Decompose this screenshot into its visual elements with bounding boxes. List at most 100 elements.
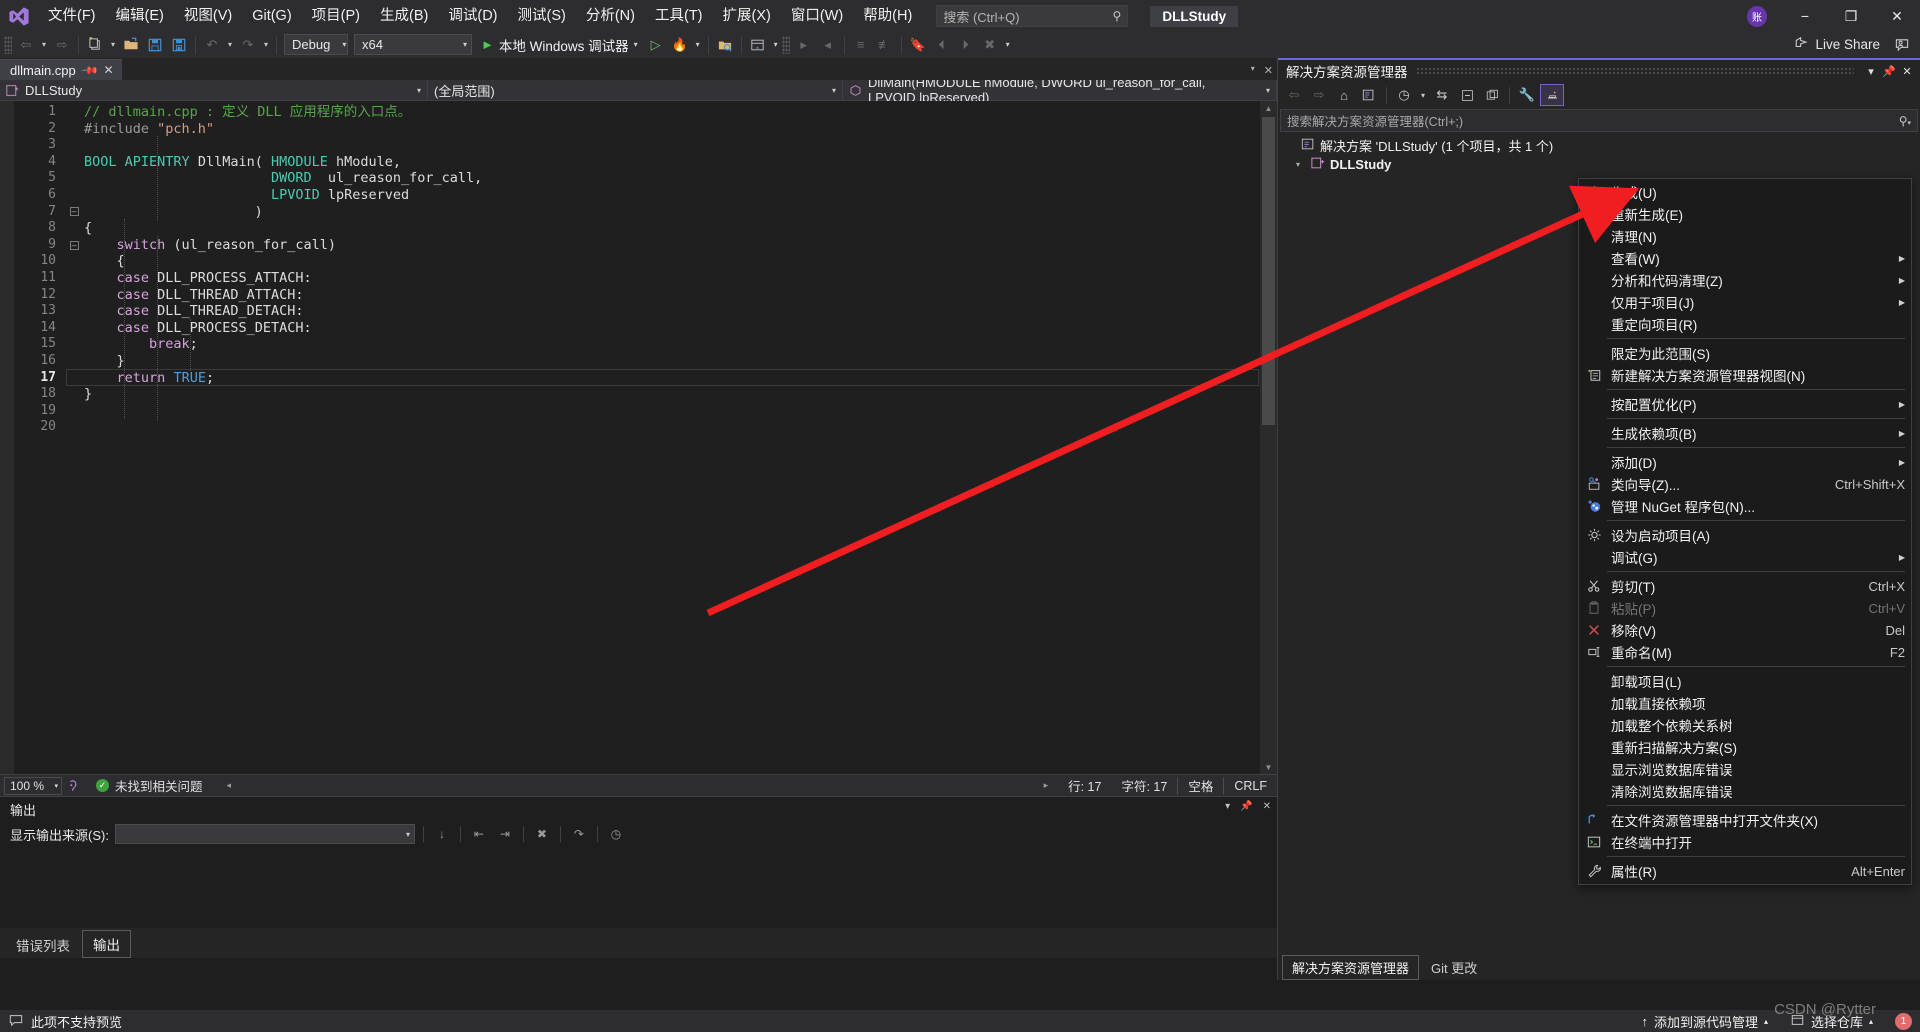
close-document-icon[interactable]: ✕ — [1264, 64, 1273, 77]
code-line[interactable]: 5 DWORD ul_reason_for_call, — [14, 170, 1277, 187]
tab-error-list[interactable]: 错误列表 — [6, 932, 80, 958]
hot-reload-caret-icon[interactable]: ▾ — [692, 34, 704, 56]
context-menu-item[interactable]: 卸载项目(L) — [1579, 670, 1911, 692]
context-menu-item[interactable]: 管理 NuGet 程序包(N)... — [1579, 495, 1911, 517]
scroll-up-icon[interactable]: ▲ — [1262, 101, 1275, 115]
notification-badge[interactable]: 1 — [1895, 1012, 1912, 1030]
code-line[interactable]: 1 // dllmain.cpp : 定义 DLL 应用程序的入口点。 — [14, 104, 1277, 121]
context-menu-item[interactable]: 清除浏览数据库错误 — [1579, 780, 1911, 802]
toggle-word-wrap-icon[interactable]: ↷ — [569, 824, 589, 844]
navigate-backward-caret-icon[interactable]: ▾ — [38, 34, 50, 56]
context-menu-item[interactable]: 加载整个依赖关系树 — [1579, 714, 1911, 736]
issues-next-icon[interactable]: ▸ — [1034, 780, 1059, 791]
context-menu-item[interactable]: 重新扫描解决方案(S) — [1579, 736, 1911, 758]
minimize-button[interactable]: − — [1782, 0, 1828, 32]
code-line[interactable]: 16 } — [14, 353, 1277, 370]
context-menu-item[interactable]: 分析和代码清理(Z) ▶ — [1579, 269, 1911, 291]
context-menu-item[interactable]: 清理(N) — [1579, 225, 1911, 247]
menu-window[interactable]: 窗口(W) — [781, 1, 853, 31]
preview-selected-items-icon[interactable] — [1540, 84, 1564, 106]
document-tab-dllmain[interactable]: dllmain.cpp 📌 ✕ — [0, 59, 122, 80]
chevron-down-icon[interactable]: ▾ — [1417, 84, 1429, 106]
menu-tools[interactable]: 工具(T) — [645, 1, 713, 31]
code-line[interactable]: 14 case DLL_PROCESS_DETACH: — [14, 320, 1277, 337]
close-icon[interactable]: ✕ — [103, 63, 113, 77]
pin-icon[interactable]: 📌 — [80, 61, 99, 79]
clear-all-icon[interactable]: ✖ — [532, 824, 552, 844]
previous-bookmark-icon[interactable]: ⏴ — [930, 34, 954, 56]
account-avatar[interactable]: 账 — [1742, 4, 1772, 28]
context-menu-item[interactable]: 剪切(T) Ctrl+X — [1579, 575, 1911, 597]
pin-icon[interactable]: 📌 — [1240, 801, 1252, 812]
toolbar-grip-2[interactable] — [781, 35, 790, 54]
menu-view[interactable]: 视图(V) — [174, 1, 242, 31]
code-line[interactable]: 19 — [14, 403, 1277, 420]
start-debugging-button[interactable]: ► 本地 Windows 调试器 ▾ — [475, 34, 644, 56]
context-menu-item[interactable]: 调试(G) ▶ — [1579, 546, 1911, 568]
properties-icon[interactable]: 🔧 — [1515, 84, 1539, 106]
solution-platform-combo[interactable]: x64 ▾ — [354, 34, 472, 55]
menu-build[interactable]: 生成(B) — [370, 1, 438, 31]
scrollbar-thumb[interactable] — [1262, 117, 1275, 425]
nav-scope-dropdown[interactable]: (全局范围) ▾ — [428, 80, 843, 100]
code-line[interactable]: 10 { — [14, 253, 1277, 270]
close-button[interactable]: ✕ — [1874, 0, 1920, 32]
context-menu-item[interactable]: 移除(V) Del — [1579, 619, 1911, 641]
window-layout-caret-icon[interactable]: ▾ — [770, 34, 782, 56]
issues-indicator[interactable]: ✓ 未找到相关问题 — [96, 776, 203, 795]
live-share-button[interactable]: Live Share — [1787, 34, 1887, 55]
menu-debug[interactable]: 调试(D) — [438, 1, 507, 31]
feedback-icon[interactable] — [1890, 34, 1914, 56]
add-to-source-control-button[interactable]: ↑ 添加到源代码管理 ▴ — [1641, 1012, 1768, 1031]
code-line[interactable]: 9– switch (ul_reason_for_call) — [14, 237, 1277, 254]
menu-edit[interactable]: 编辑(E) — [106, 1, 174, 31]
collapse-all-icon[interactable] — [1455, 84, 1479, 106]
issues-prev-icon[interactable]: ◂ — [227, 780, 232, 791]
code-text-area[interactable]: 1 // dllmain.cpp : 定义 DLL 应用程序的入口点。 2 #incl… — [14, 101, 1277, 774]
menu-git[interactable]: Git(G) — [242, 1, 301, 31]
navigate-forward-icon[interactable]: ⇨ — [50, 34, 74, 56]
context-menu-item[interactable]: 加载直接依赖项 — [1579, 692, 1911, 714]
back-icon[interactable]: ⇦ — [1282, 84, 1306, 106]
toolbar-grip[interactable] — [4, 35, 12, 54]
navigate-backward-icon[interactable]: ⇦ — [14, 34, 38, 56]
uncomment-selection-icon[interactable]: ◂ — [816, 34, 840, 56]
toggle-bookmark-icon[interactable]: 🔖 — [906, 34, 930, 56]
output-source-combo[interactable]: ▾ — [114, 824, 415, 844]
context-menu-item[interactable]: 重新生成(E) — [1579, 203, 1911, 225]
save-icon[interactable] — [143, 34, 167, 56]
open-file-icon[interactable] — [119, 34, 143, 56]
hot-reload-icon[interactable]: 🔥 — [668, 34, 692, 56]
code-line[interactable]: 3 — [14, 137, 1277, 154]
editor-vertical-scrollbar[interactable]: ▲ ▼ — [1260, 101, 1277, 774]
tree-node-solution[interactable]: 解决方案 'DLLStudy' (1 个项目，共 1 个) — [1278, 136, 1920, 155]
go-to-previous-message-icon[interactable]: ⇤ — [469, 824, 489, 844]
menu-analyze[interactable]: 分析(N) — [576, 1, 645, 31]
code-editor[interactable]: 1 // dllmain.cpp : 定义 DLL 应用程序的入口点。 2 #incl… — [0, 101, 1277, 774]
close-icon[interactable]: ✕ — [1263, 801, 1271, 812]
code-line[interactable]: 17 return TRUE; — [14, 370, 1277, 387]
code-line[interactable]: 13 case DLL_THREAD_DETACH: — [14, 303, 1277, 320]
save-all-icon[interactable] — [167, 34, 191, 56]
redo-caret-icon[interactable]: ▾ — [260, 34, 272, 56]
intellicode-icon[interactable] — [62, 775, 84, 797]
panel-drag-handle[interactable] — [1415, 66, 1854, 76]
next-bookmark-icon[interactable]: ⏵ — [954, 34, 978, 56]
solution-view-icon[interactable] — [1357, 84, 1381, 106]
show-timestamps-icon[interactable]: ◷ — [606, 824, 626, 844]
bookmarks-overflow-icon[interactable]: ▾ — [1002, 34, 1014, 56]
scroll-down-icon[interactable]: ▼ — [1262, 760, 1275, 774]
nav-member-dropdown[interactable]: DllMain(HMODULE hModule, DWORD ul_reason… — [843, 75, 1277, 105]
chevron-down-icon[interactable]: ▾ — [634, 40, 638, 49]
comment-selection-icon[interactable]: ▸ — [792, 34, 816, 56]
forward-icon[interactable]: ⇨ — [1307, 84, 1331, 106]
maximize-button[interactable]: ❐ — [1828, 0, 1874, 32]
context-menu-item[interactable]: 类向导(Z)... Ctrl+Shift+X — [1579, 473, 1911, 495]
sync-with-active-document-icon[interactable]: ⇆ — [1430, 84, 1454, 106]
window-layout-icon[interactable] — [746, 34, 770, 56]
indicator-margin[interactable] — [0, 101, 14, 774]
solution-configuration-combo[interactable]: Debug ▾ — [284, 34, 348, 55]
code-line[interactable]: 12 case DLL_THREAD_ATTACH: — [14, 287, 1277, 304]
select-folder-icon[interactable] — [713, 34, 737, 56]
home-icon[interactable]: ⌂ — [1332, 84, 1356, 106]
